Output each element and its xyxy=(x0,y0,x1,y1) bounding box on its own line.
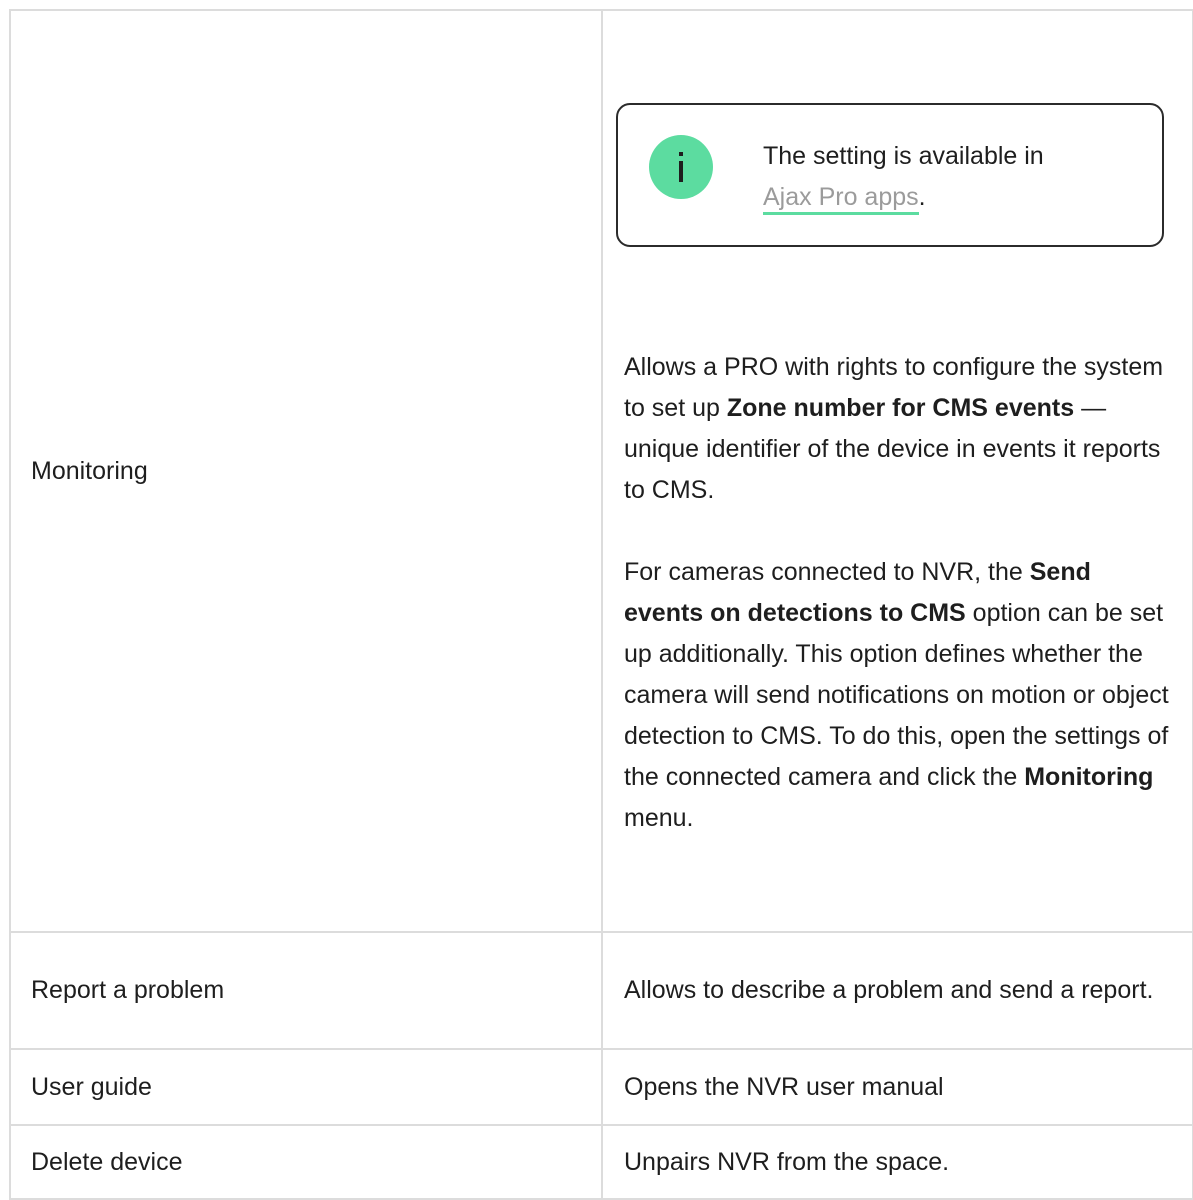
setting-name-delete: Delete device xyxy=(9,1124,603,1200)
table-row-delete: Delete device Unpairs NVR from the space… xyxy=(9,1124,1193,1200)
setting-desc-delete: Unpairs NVR from the space. xyxy=(601,1124,1193,1200)
setting-name-report: Report a problem xyxy=(9,931,603,1050)
monitoring-description-1: Allows a PRO with rights to configure th… xyxy=(624,353,1164,504)
setting-desc-monitoring: The setting is available in Ajax Pro app… xyxy=(601,9,1193,933)
monitoring-menu-term: Monitoring xyxy=(1024,763,1154,791)
monitoring-description-2: For cameras connected to NVR, the Send e… xyxy=(624,558,1169,832)
note-box: The setting is available in Ajax Pro app… xyxy=(616,103,1164,247)
note-text: The setting is available in Ajax Pro app… xyxy=(763,136,1044,218)
note-text-after: . xyxy=(918,183,926,211)
info-icon xyxy=(649,135,713,199)
setting-name-monitoring: Monitoring xyxy=(9,9,603,933)
table-row-guide: User guide Opens the NVR user manual xyxy=(9,1048,1193,1126)
table-row-report: Report a problem Allows to describe a pr… xyxy=(9,931,1193,1050)
note-text-before: The setting is available in xyxy=(763,142,1044,170)
ajax-pro-apps-link[interactable]: Ajax Pro apps xyxy=(763,183,919,215)
zone-number-term: Zone number for CMS events xyxy=(726,394,1075,422)
setting-desc-guide: Opens the NVR user manual xyxy=(601,1048,1193,1126)
table-row-monitoring: Monitoring The setting is available in A… xyxy=(9,9,1193,933)
setting-name-guide: User guide xyxy=(9,1048,603,1126)
setting-desc-report: Allows to describe a problem and send a … xyxy=(601,931,1193,1050)
settings-table: Monitoring The setting is available in A… xyxy=(9,9,1193,1200)
